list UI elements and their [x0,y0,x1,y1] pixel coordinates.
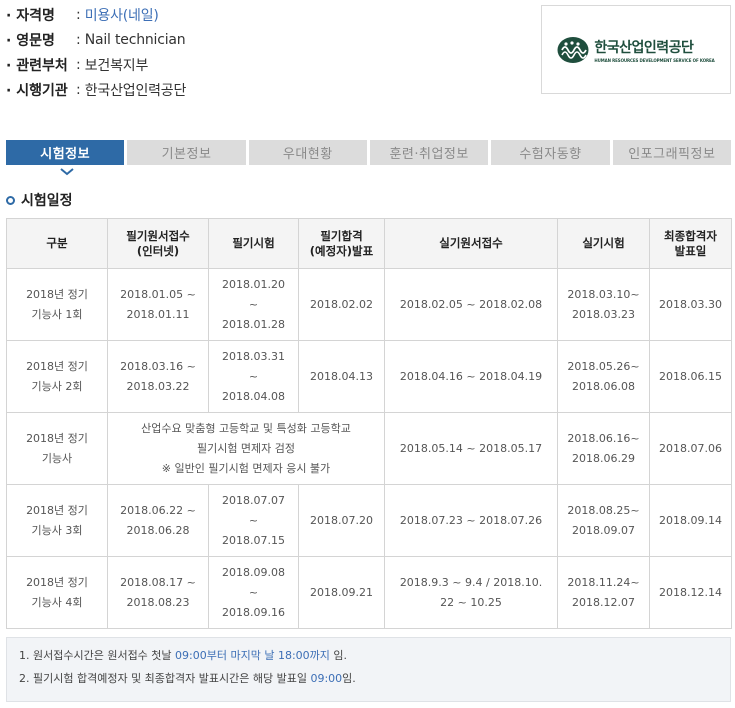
tab-examinee-trends[interactable]: 수험자동향 [491,140,610,165]
table-cell: 2018.04.13 [298,340,385,413]
info-tabs: 시험정보 기본정보 우대현황 훈련·취업정보 수험자동향 인포그래픽정보 [6,140,731,165]
note-text: 2. 필기시험 합격예정자 및 최종합격자 발표시간은 해당 발표일 [19,672,311,685]
header-text: 최종합격자 발표일 [664,228,717,258]
info-row-ministry: · 관련부처 : 보건복지부 [6,52,526,77]
note-highlight: 09:00부터 마지막 날 18:00까지 [175,649,330,662]
table-cell: 2018.12.14 [649,556,732,629]
table-cell: 2018년 정기 기능사 2회 [6,340,108,413]
table-row: 2018년 정기 기능사 4회 2018.08.17 ~2018.08.23 20… [6,556,732,629]
tab-training-employment[interactable]: 훈련·취업정보 [369,140,489,165]
info-key: · 관련부처 [6,57,68,74]
table-cell: 2018년 정기 기능사 3회 [6,484,108,557]
table-cell: 2018.05.26~ 2018.06.08 [557,340,650,413]
tab-preference[interactable]: 우대현황 [248,140,367,165]
note-highlight: 09:00 [310,672,343,685]
table-cell: 2018.06.15 [649,340,732,413]
table-cell: 2018.02.02 [298,268,385,341]
table-cell: 2018.03.16 ~2018.03.22 [107,340,209,413]
qualification-info: · 자격명 : 미용사(네일) · 영문명 : Nail technician … [6,2,526,102]
header-text: 구분 [46,236,68,250]
table-cell: 2018.09.21 [298,556,385,629]
ministry-name: 보건복지부 [84,57,149,74]
chevron-down-icon [60,168,74,176]
tab-infographic[interactable]: 인포그래픽정보 [612,140,731,165]
exam-schedule-table: 구분 필기원서접수 (인터넷) 필기시험 필기합격 (예정자)발표 실기원서접수 실… [6,218,732,629]
logo-english-name: HUMAN RESOURCES DEVELOPMENT SERVICE OF K… [594,57,715,63]
table-cell: 2018.09.14 [649,484,732,557]
note-item: 1. 원서접수시간은 원서접수 첫날 09:00부터 마지막 날 18:00까지… [19,648,718,671]
table-cell: 2018년 정기 기능사 [6,412,108,485]
info-row-english: · 영문명 : Nail technician [6,27,526,52]
table-header: 실기원서접수 [384,218,558,269]
table-row: 2018년 정기 기능사 산업수요 맞춤형 고등학교 및 특성화 고등학교 필기시험… [6,412,732,485]
table-header: 필기합격 (예정자)발표 [298,218,385,269]
table-cell: 2018.05.14 ~ 2018.05.17 [384,412,558,485]
table-cell: 2018.9.3 ~ 9.4 / 2018.10. 22 ~ 10.25 [384,556,558,629]
table-cell: 2018.07.20 [298,484,385,557]
table-cell: 2018년 정기 기능사 4회 [6,556,108,629]
note-item: 2. 필기시험 합격예정자 및 최종합격자 발표시간은 해당 발표일 09:00… [19,671,718,694]
table-header-row: 구분 필기원서접수 (인터넷) 필기시험 필기합격 (예정자)발표 실기원서접수 실… [6,218,732,269]
table-row: 2018년 정기 기능사 3회 2018.06.22 ~2018.06.28 20… [6,484,732,557]
table-cell-merged: 산업수요 맞춤형 고등학교 및 특성화 고등학교 필기시험 면제자 검정 ※ 일반인… [107,412,385,485]
agency-name: 한국산업인력공단 [84,82,187,99]
table-row: 2018년 정기 기능사 2회 2018.03.16 ~2018.03.22 20… [6,340,732,413]
table-cell: 2018.08.17 ~2018.08.23 [107,556,209,629]
table-cell: 2018년 정기 기능사 1회 [6,268,108,341]
table-cell: 2018.07.23 ~ 2018.07.26 [384,484,558,557]
table-cell: 2018.09.08 ~2018.09.16 [208,556,299,629]
info-row-name: · 자격명 : 미용사(네일) [6,2,526,27]
header-text: 실기시험 [582,236,625,250]
table-cell: 2018.02.05 ~ 2018.02.08 [384,268,558,341]
table-cell: 2018.01.20 ~2018.01.28 [208,268,299,341]
table-cell: 2018.01.05 ~2018.01.11 [107,268,209,341]
agency-logo-icon [557,36,589,63]
table-header: 최종합격자 발표일 [649,218,732,269]
table-cell: 2018.06.22 ~2018.06.28 [107,484,209,557]
info-key: · 영문명 [6,32,55,49]
header-text: 필기원서접수 (인터넷) [126,228,190,258]
notes-box: 1. 원서접수시간은 원서접수 첫날 09:00부터 마지막 날 18:00까지… [6,637,731,702]
info-key: · 시행기관 [6,82,68,99]
note-text: 임. [342,672,356,685]
qualification-name-link[interactable]: 미용사(네일) [85,5,159,25]
table-header: 필기시험 [208,218,299,269]
table-cell: 2018.07.06 [649,412,732,485]
section-title-text: 시험일정 [21,193,73,209]
header-text: 실기원서접수 [439,236,503,250]
header-text: 필기시험 [232,236,275,250]
table-cell: 2018.07.07 ~2018.07.15 [208,484,299,557]
note-text: 임. [329,649,348,662]
info-separator: : [76,56,81,73]
ring-bullet-icon [6,195,15,205]
header-text: 필기합격 (예정자)발표 [309,228,374,258]
table-cell: 2018.06.16~ 2018.06.29 [557,412,650,485]
info-key: · 자격명 [6,7,55,24]
info-row-agency: · 시행기관 : 한국산업인력공단 [6,77,526,102]
tab-exam-info[interactable]: 시험정보 [6,140,125,165]
table-cell: 2018.03.30 [649,268,732,341]
info-separator: : [76,81,81,98]
table-cell: 2018.04.16 ~ 2018.04.19 [384,340,558,413]
info-separator: : [76,31,81,48]
section-title: 시험일정 [6,190,73,210]
note-text: 1. 원서접수시간은 원서접수 첫날 [19,649,176,662]
english-name: Nail technician [84,31,186,48]
table-cell: 2018.08.25~ 2018.09.07 [557,484,650,557]
tab-basic-info[interactable]: 기본정보 [127,140,246,165]
table-header: 실기시험 [557,218,650,269]
table-cell: 2018.03.10~ 2018.03.23 [557,268,650,341]
table-header: 필기원서접수 (인터넷) [107,218,209,269]
agency-logo: 한국산업인력공단 HUMAN RESOURCES DEVELOPMENT SER… [541,5,731,94]
logo-korean-name: 한국산업인력공단 [594,39,694,56]
table-cell: 2018.11.24~ 2018.12.07 [557,556,650,629]
table-row: 2018년 정기 기능사 1회 2018.01.05 ~2018.01.11 20… [6,268,732,341]
info-separator: : [76,6,81,23]
table-header: 구분 [6,218,108,269]
table-cell: 2018.03.31 ~2018.04.08 [208,340,299,413]
